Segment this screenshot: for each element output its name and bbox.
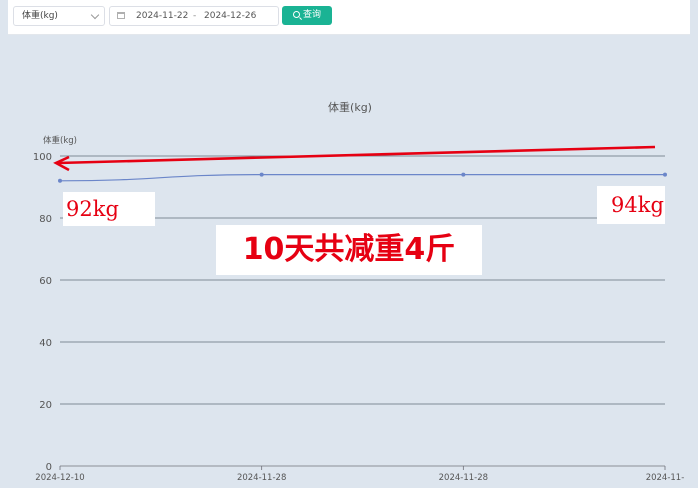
x-tick-label: 2024-11-28 (439, 473, 488, 483)
series-layer (58, 172, 667, 183)
weight-loss-headline: 10天共减重4斤 (216, 225, 482, 275)
y-tick-label: 60 (39, 276, 52, 287)
y-axis-label: 体重(kg) (43, 135, 77, 146)
y-tick-label: 40 (39, 338, 52, 349)
x-tick-label: 2024-11- (646, 473, 685, 483)
y-tick-label: 0 (46, 462, 52, 473)
chart-title: 体重(kg) (328, 100, 372, 114)
y-tick-label: 80 (39, 214, 52, 225)
x-tick-layer: 2024-12-10 2024-11-28 2024-11-28 2024-11- (35, 466, 684, 483)
end-weight-annotation: 94kg (597, 186, 665, 224)
data-point[interactable] (58, 178, 62, 183)
x-tick-label: 2024-12-10 (35, 473, 84, 483)
data-point[interactable] (461, 172, 466, 177)
data-point[interactable] (259, 172, 264, 177)
y-tick-label: 20 (39, 400, 52, 411)
series-line (59, 173, 665, 182)
red-arrow (57, 145, 656, 165)
start-weight-annotation: 92kg (63, 192, 155, 226)
y-tick-label: 100 (33, 152, 52, 163)
data-point[interactable] (663, 172, 667, 177)
annotation-arrow-layer (53, 145, 656, 172)
x-tick-label: 2024-11-28 (237, 473, 286, 483)
